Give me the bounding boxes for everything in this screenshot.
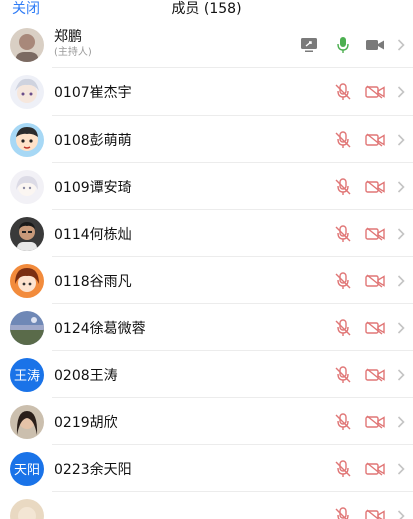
list-item-member[interactable]: 0107崔杰宇 (0, 68, 413, 116)
member-controls (333, 365, 407, 385)
avatar (10, 263, 44, 298)
microphone-muted-icon[interactable] (333, 224, 353, 244)
microphone-icon[interactable] (333, 35, 353, 55)
camera-off-icon[interactable] (365, 412, 385, 432)
microphone-muted-icon[interactable] (333, 506, 353, 519)
camera-off-icon[interactable] (365, 177, 385, 197)
chevron-right-icon[interactable] (395, 459, 407, 479)
chevron-right-icon[interactable] (395, 412, 407, 432)
camera-off-icon[interactable] (365, 130, 385, 150)
member-controls (333, 506, 407, 519)
avatar (10, 404, 44, 439)
member-controls (333, 224, 407, 244)
member-name: 0109谭安琦 (54, 179, 132, 196)
camera-off-icon[interactable] (365, 271, 385, 291)
chevron-right-icon[interactable] (395, 82, 407, 102)
host-name: 郑鹏 (54, 29, 82, 45)
camera-off-icon[interactable] (365, 82, 385, 102)
list-item-member[interactable]: 0118谷雨凡 (0, 257, 413, 304)
avatar (10, 169, 44, 204)
member-name: 0124徐葛微蓉 (54, 320, 146, 337)
host-name-block: 郑鹏 (主持人) (54, 28, 92, 60)
list-item-member[interactable]: 0124徐葛微蓉 (0, 304, 413, 351)
list-item-member[interactable]: 天阳 0223余天阳 (0, 445, 413, 492)
microphone-muted-icon[interactable] (333, 318, 353, 338)
camera-off-icon[interactable] (365, 318, 385, 338)
camera-off-icon[interactable] (365, 459, 385, 479)
member-controls (333, 412, 407, 432)
chevron-right-icon[interactable] (395, 224, 407, 244)
avatar (10, 75, 44, 109)
avatar: 天阳 (10, 451, 44, 486)
member-list: 郑鹏 (主持人) 0107崔杰宇 0108彭萌萌 0109谭安琦 0114何栋灿… (0, 22, 413, 519)
member-name: 0219胡欣 (54, 414, 118, 431)
list-item-host[interactable]: 郑鹏 (主持人) (0, 22, 413, 68)
microphone-muted-icon[interactable] (333, 365, 353, 385)
chevron-right-icon[interactable] (395, 506, 407, 519)
chevron-right-icon[interactable] (395, 318, 407, 338)
chevron-right-icon[interactable] (395, 130, 407, 150)
microphone-muted-icon[interactable] (333, 82, 353, 102)
host-controls (299, 35, 407, 55)
member-controls (333, 130, 407, 150)
microphone-muted-icon[interactable] (333, 412, 353, 432)
avatar (10, 310, 44, 345)
member-controls (333, 177, 407, 197)
member-name: 0107崔杰宇 (54, 85, 132, 101)
list-item-member[interactable]: 王涛 0208王涛 (0, 351, 413, 398)
chevron-right-icon[interactable] (395, 35, 407, 55)
avatar (10, 498, 44, 519)
member-controls (333, 318, 407, 338)
screen-share-icon[interactable] (299, 35, 319, 55)
list-item-member[interactable]: 0109谭安琦 (0, 163, 413, 210)
member-name: 0223余天阳 (54, 461, 132, 478)
camera-off-icon[interactable] (365, 506, 385, 519)
header: 关闭 成员 (158) (0, 0, 413, 22)
camera-off-icon[interactable] (365, 224, 385, 244)
member-controls (333, 459, 407, 479)
member-controls (333, 82, 407, 102)
microphone-muted-icon[interactable] (333, 177, 353, 197)
member-controls (333, 271, 407, 291)
member-name: 0118谷雨凡 (54, 273, 132, 290)
member-name: 0108彭萌萌 (54, 132, 132, 149)
microphone-muted-icon[interactable] (333, 271, 353, 291)
chevron-right-icon[interactable] (395, 177, 407, 197)
chevron-right-icon[interactable] (395, 271, 407, 291)
host-role: (主持人) (54, 47, 92, 58)
list-item-member[interactable]: 0219胡欣 (0, 398, 413, 445)
microphone-muted-icon[interactable] (333, 459, 353, 479)
camera-icon[interactable] (365, 35, 385, 55)
avatar (10, 216, 44, 251)
camera-off-icon[interactable] (365, 365, 385, 385)
page-title: 成员 (158) (171, 1, 242, 17)
list-item-member[interactable] (0, 492, 413, 519)
list-item-member[interactable]: 0114何栋灿 (0, 210, 413, 257)
avatar (10, 122, 44, 157)
avatar: 王涛 (10, 357, 44, 392)
list-item-member[interactable]: 0108彭萌萌 (0, 116, 413, 163)
member-name: 0208王涛 (54, 367, 118, 384)
member-name: 0114何栋灿 (54, 226, 132, 243)
chevron-right-icon[interactable] (395, 365, 407, 385)
microphone-muted-icon[interactable] (333, 130, 353, 150)
avatar (10, 28, 44, 62)
